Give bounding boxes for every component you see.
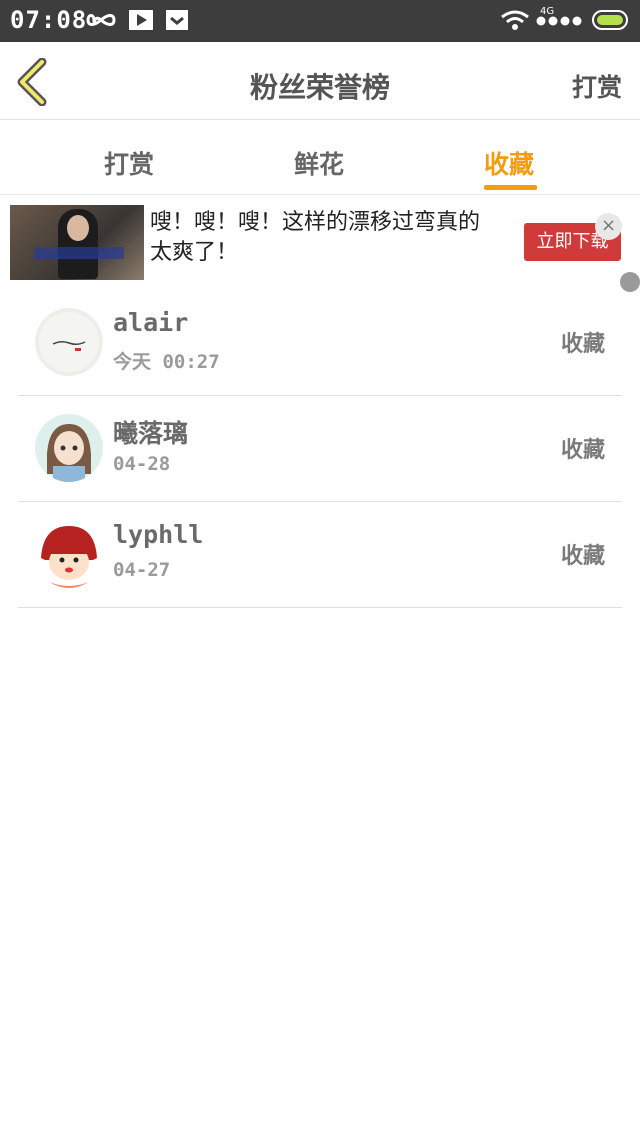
- ad-close-button[interactable]: ×: [595, 213, 622, 240]
- signal-icon: [536, 16, 582, 26]
- ad-badge-icon: [620, 272, 640, 292]
- user-action-label: 收藏: [560, 332, 605, 357]
- avatar: [35, 414, 103, 482]
- user-date: 04-28: [113, 453, 171, 475]
- list-item[interactable]: alair 今天 00:27 收藏: [18, 290, 622, 396]
- ad-banner[interactable]: 嗖！嗖！嗖！这样的漂移过弯真的太爽了！ 立即下载: [0, 196, 640, 288]
- status-bar: 07:08 4G: [0, 0, 640, 42]
- user-name: alair: [113, 308, 189, 337]
- user-action-label: 收藏: [560, 544, 605, 569]
- tab-flowers[interactable]: 鲜花: [294, 145, 344, 181]
- user-date: 今天 00:27: [113, 351, 220, 373]
- play-icon: [129, 10, 153, 30]
- reward-button[interactable]: 打赏: [572, 68, 622, 104]
- top-navigation-bar: 粉丝荣誉榜 打赏: [0, 42, 640, 120]
- user-name: lyphll: [113, 520, 204, 549]
- infinity-icon: [86, 14, 116, 26]
- page-title: 粉丝荣誉榜: [249, 71, 390, 104]
- tab-favorites[interactable]: 收藏: [484, 145, 534, 181]
- ad-thumbnail-image[interactable]: [10, 205, 144, 280]
- battery-icon: [592, 10, 628, 30]
- tab-reward[interactable]: 打赏: [104, 145, 154, 181]
- download-box-icon: [166, 10, 188, 30]
- avatar-image: [35, 308, 103, 376]
- user-name: 曦落璃: [113, 419, 189, 448]
- user-date: 04-27: [113, 559, 171, 581]
- status-time: 07:08: [10, 6, 88, 34]
- active-tab-indicator: [484, 185, 537, 190]
- wifi-icon: [501, 10, 529, 30]
- user-action-label: 收藏: [560, 438, 605, 463]
- avatar-image: [35, 520, 103, 588]
- avatar: [35, 308, 103, 376]
- list-item[interactable]: 曦落璃 04-28 收藏: [18, 396, 622, 502]
- tab-bar: 打赏 鲜花 收藏: [0, 121, 640, 195]
- avatar-image: [35, 414, 103, 482]
- ad-text[interactable]: 嗖！嗖！嗖！这样的漂移过弯真的太爽了！: [150, 208, 500, 268]
- list-item[interactable]: lyphll 04-27 收藏: [18, 502, 622, 608]
- avatar: [35, 520, 103, 588]
